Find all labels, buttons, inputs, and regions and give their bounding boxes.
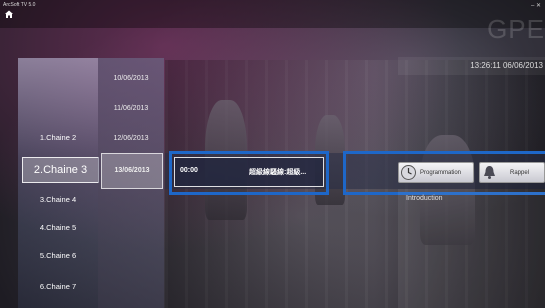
brand-logo: GPE <box>487 14 545 44</box>
title-bar <box>0 0 545 28</box>
bell-icon <box>484 166 495 179</box>
rappel-label: Rappel <box>510 170 530 176</box>
app-title: ArcSoft TV 5.0 <box>3 2 36 8</box>
channel-item[interactable]: 1.Chaine 2 <box>18 124 98 152</box>
program-details-panel <box>398 189 545 308</box>
channel-item[interactable]: 6.Chaine 7 <box>18 273 98 301</box>
program-time: 00:00 <box>180 167 198 174</box>
rappel-button[interactable]: Rappel <box>479 162 545 183</box>
clock-icon <box>401 165 416 180</box>
programmation-label: Programmation <box>420 170 462 176</box>
channel-item-selected[interactable]: 2.Chaine 3 <box>22 157 99 183</box>
window-controls[interactable]: – ✕ <box>531 2 541 9</box>
current-datetime: 13:26:11 06/06/2013 <box>398 57 545 75</box>
date-item[interactable]: 11/06/2013 <box>98 99 164 119</box>
date-item[interactable]: 10/06/2013 <box>98 69 164 89</box>
introduction-text: Introduction <box>406 195 443 202</box>
date-item-selected[interactable]: 13/06/2013 <box>101 153 163 189</box>
date-item[interactable]: 12/06/2013 <box>98 129 164 149</box>
home-icon[interactable] <box>4 9 14 19</box>
channel-list <box>18 58 98 308</box>
channel-item[interactable]: 3.Chaine 4 <box>18 186 98 214</box>
channel-item[interactable]: 5.Chaine 6 <box>18 242 98 270</box>
program-title: 超級線騷線:超級... <box>249 169 307 176</box>
channel-item[interactable]: 4.Chaine 5 <box>18 214 98 242</box>
programmation-button[interactable]: Programmation <box>398 162 474 183</box>
